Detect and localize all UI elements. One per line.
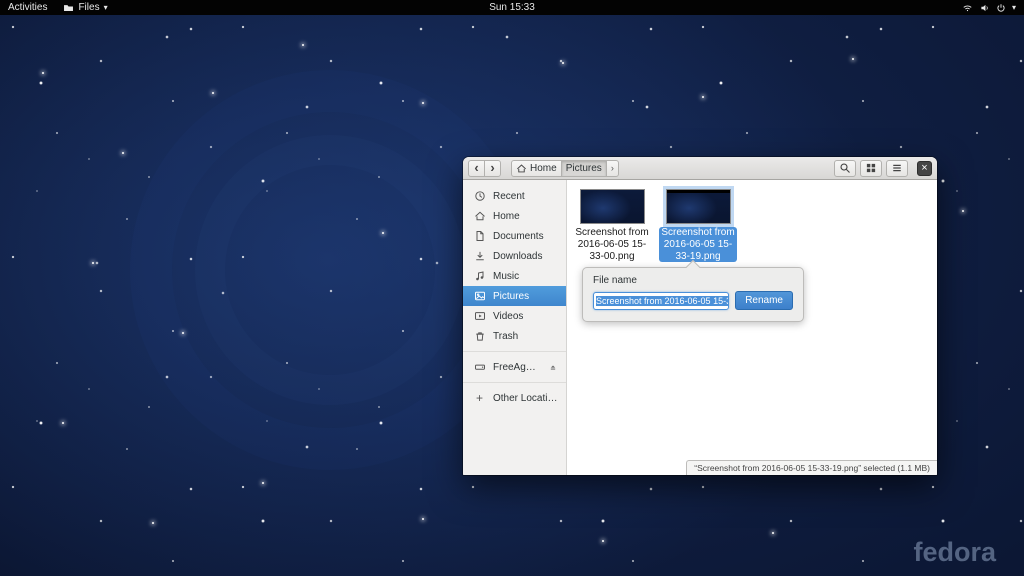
path-bar: Home Pictures › xyxy=(511,159,619,177)
sidebar-item-music[interactable]: Music xyxy=(463,266,566,286)
sidebar-item-pictures[interactable]: Pictures xyxy=(463,286,566,306)
videos-icon xyxy=(473,310,486,322)
app-menu-button[interactable]: Files ▾ xyxy=(55,0,115,15)
clock[interactable]: Sun 15:33 xyxy=(481,0,543,15)
path-expander-button[interactable]: › xyxy=(605,159,619,177)
sidebar-item-label: Music xyxy=(493,270,520,282)
drive-icon xyxy=(473,361,486,373)
plus-icon: + xyxy=(475,391,483,405)
selected-text: Screenshot from 2016-06-05 15-33-19 xyxy=(596,295,729,306)
header-bar: ‹ › Home Pictures › × xyxy=(463,157,937,180)
path-home-label: Home xyxy=(530,162,557,174)
sidebar-item-documents[interactable]: Documents xyxy=(463,226,566,246)
close-button[interactable]: × xyxy=(917,160,932,176)
sidebar-item-label: Trash xyxy=(493,330,519,342)
network-icon xyxy=(962,3,973,13)
activities-label: Activities xyxy=(8,2,48,13)
document-icon xyxy=(473,230,486,242)
app-menu-label: Files xyxy=(78,2,100,13)
rename-popover: File name Screenshot from 2016-06-05 15-… xyxy=(582,259,804,322)
menu-button[interactable] xyxy=(886,159,908,177)
sidebar-item-freeagent-drive[interactable]: FreeAgent Dri… xyxy=(463,357,566,377)
wallpaper-swirl xyxy=(195,135,465,405)
sidebar-item-label: Downloads xyxy=(493,250,543,262)
chevron-down-icon: ▾ xyxy=(1011,2,1016,12)
sidebar-item-other-locations[interactable]: + Other Locations xyxy=(463,388,566,408)
grid-view-icon xyxy=(865,162,877,174)
sidebar-item-home[interactable]: Home xyxy=(463,206,566,226)
file-item[interactable]: Screenshot from 2016-06-05 15-33-00.png xyxy=(572,189,652,262)
sidebar-item-label: FreeAgent Dri… xyxy=(493,361,539,373)
power-icon xyxy=(996,3,1006,13)
files-window: ‹ › Home Pictures › × Recent Home Docume… xyxy=(463,157,937,475)
desktop: fedora Activities Files ▾ Sun 15:33 ▾ ‹ … xyxy=(0,0,1024,576)
file-name-label: Screenshot from 2016-06-05 15-33-00.png xyxy=(575,227,649,262)
clock-label: Sun 15:33 xyxy=(489,2,535,13)
rename-input[interactable]: Screenshot from 2016-06-05 15-33-19.png xyxy=(593,291,730,310)
trash-icon xyxy=(473,330,486,342)
sidebar-item-videos[interactable]: Videos xyxy=(463,306,566,326)
music-icon xyxy=(473,270,486,282)
path-home-button[interactable]: Home xyxy=(511,159,562,177)
forward-button[interactable]: › xyxy=(484,159,501,177)
chevron-right-icon: › xyxy=(490,159,495,175)
sidebar-separator xyxy=(463,382,566,383)
nav-buttons: ‹ › xyxy=(468,159,501,177)
home-icon xyxy=(516,163,527,174)
file-view[interactable]: Screenshot from 2016-06-05 15-33-00.png … xyxy=(567,180,937,475)
download-icon xyxy=(473,250,486,262)
file-item-selected[interactable]: Screenshot from 2016-06-05 15-33-19.png xyxy=(658,189,738,263)
fedora-watermark: fedora xyxy=(913,537,996,567)
volume-icon xyxy=(979,3,990,13)
status-bar: “Screenshot from 2016-06-05 15-33-19.png… xyxy=(686,460,937,475)
chevron-left-icon: ‹ xyxy=(474,159,479,175)
eject-button[interactable] xyxy=(546,362,560,372)
sidebar-item-label: Other Locations xyxy=(493,392,560,404)
sidebar-item-label: Pictures xyxy=(493,290,530,302)
files-app-icon xyxy=(63,2,74,13)
back-button[interactable]: ‹ xyxy=(468,159,485,177)
rename-button[interactable]: Rename xyxy=(735,291,793,310)
sidebar-item-trash[interactable]: Trash xyxy=(463,326,566,346)
pictures-icon xyxy=(473,290,486,302)
file-name-field-label: File name xyxy=(593,275,637,286)
sidebar-item-recent[interactable]: Recent xyxy=(463,186,566,206)
sidebar-item-label: Videos xyxy=(493,310,524,322)
sidebar-item-label: Documents xyxy=(493,230,544,242)
file-thumbnail xyxy=(579,189,645,224)
home-icon xyxy=(473,210,486,222)
close-icon: × xyxy=(921,161,928,174)
path-pictures-button[interactable]: Pictures xyxy=(560,159,607,177)
system-status-area[interactable]: ▾ xyxy=(954,0,1024,15)
search-icon xyxy=(839,162,851,174)
search-button[interactable] xyxy=(834,159,856,177)
thumbnail-topbar xyxy=(666,190,730,193)
file-name-label: Screenshot from 2016-06-05 15-33-19.png xyxy=(659,227,737,263)
eject-icon xyxy=(548,362,558,372)
grid-view-button[interactable] xyxy=(860,159,882,177)
file-thumbnail xyxy=(665,189,731,224)
top-bar: Activities Files ▾ Sun 15:33 ▾ xyxy=(0,0,1024,15)
chevron-down-icon: ▾ xyxy=(103,2,108,12)
sidebar-item-label: Recent xyxy=(493,190,525,202)
activities-button[interactable]: Activities xyxy=(0,0,55,15)
path-pictures-label: Pictures xyxy=(565,162,602,174)
hamburger-menu-icon xyxy=(891,162,903,174)
sidebar-item-downloads[interactable]: Downloads xyxy=(463,246,566,266)
sidebar: Recent Home Documents Downloads Music Pi… xyxy=(463,180,567,475)
sidebar-item-label: Home xyxy=(493,210,520,222)
recent-icon xyxy=(473,190,486,202)
sidebar-separator xyxy=(463,351,566,352)
chevron-right-icon: › xyxy=(610,163,614,173)
